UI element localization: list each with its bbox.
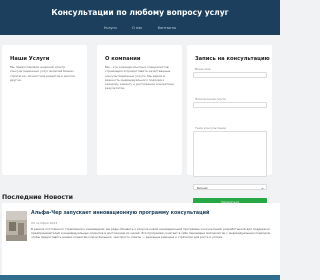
nav-link-contacts[interactable]: Контакты [158,26,177,30]
news-image [6,211,27,241]
bottom-bar [0,275,280,280]
news-photo-icon [6,211,27,241]
chevron-down-icon [261,187,264,189]
nav-link-services[interactable]: Услуги [104,26,117,30]
services-text: Мы предоставляем широкий спектр консульт… [10,65,75,82]
consultation-form: Запись на консультацию Ваше имя Электрон… [187,45,272,206]
form-title: Запись на консультацию [195,56,270,62]
topic-label: Тема консультации [195,126,226,130]
topic-select[interactable]: Бизнес [193,184,267,190]
site-title: Консультации по любому вопросу услуг [51,8,229,17]
services-card: Наши Услуги Мы предоставляем широкий спе… [2,45,87,175]
topic-select-value: Бизнес [197,186,209,191]
services-title: Наши Услуги [10,56,50,62]
site-header: Консультации по любому вопросу услуг Усл… [0,0,280,35]
news-title[interactable]: Альфа-Чер запускает инновационную програ… [31,211,209,216]
about-card: О компании Мы - это команда опытных спец… [97,45,182,175]
name-label: Ваше имя [195,67,211,71]
main-nav: Услуги О нас Контакты [0,26,280,30]
email-label: Электронная почта [195,97,226,101]
name-field[interactable] [193,72,267,78]
email-field[interactable] [193,102,267,108]
about-text: Мы - это команда опытных специалистов, с… [105,65,175,91]
news-text: В рамках постоянного стремления к иннова… [31,227,271,239]
about-title: О компании [105,56,141,62]
nav-link-about[interactable]: О нас [132,26,143,30]
news-item: Альфа-Чер запускает инновационную програ… [2,203,280,280]
news-date: 20 октября 2023 [31,221,58,225]
topic-textarea[interactable] [193,131,267,177]
news-section-title: Последние Новости [2,194,73,201]
